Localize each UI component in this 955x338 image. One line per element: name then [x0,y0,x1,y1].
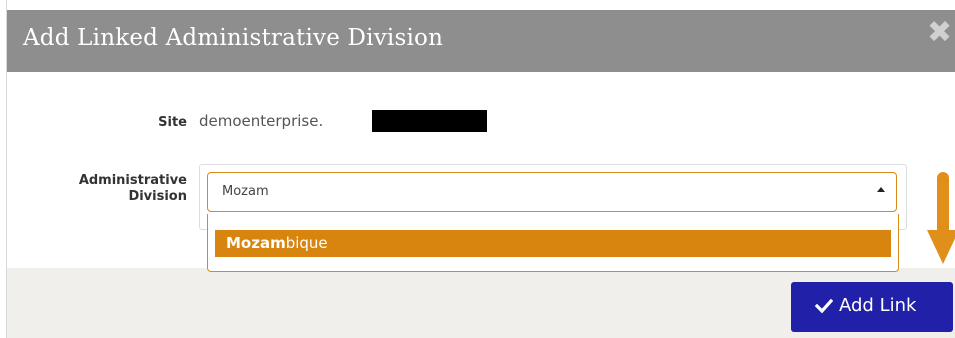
option-rest-text: bique [285,234,328,252]
administrative-division-select[interactable]: Mozam [207,172,897,212]
option-match-text: Mozam [226,234,286,252]
caret-up-icon[interactable] [877,187,885,192]
modal-header: Add Linked Administrative Division ✖ [7,10,955,72]
add-link-label: Add Link [839,295,917,316]
close-icon[interactable]: ✖ [927,18,955,48]
site-value: demoenterprise. [199,112,324,130]
label-line-1: Administrative [78,173,187,188]
redaction-box [372,110,487,132]
modal-title: Add Linked Administrative Division [23,25,444,51]
dropdown-option-mozambique[interactable]: Mozambique [215,230,891,257]
administrative-division-label: Administrative Division [47,173,187,205]
label-line-2: Division [128,189,187,204]
site-label: Site [158,115,187,130]
modal-dialog: Add Linked Administrative Division ✖ Sit… [6,0,955,338]
dropdown-list: Mozambique [207,214,899,272]
arrow-down-icon [927,172,955,264]
add-link-button[interactable]: Add Link [791,282,953,332]
check-icon [815,298,833,314]
select-search-text[interactable]: Mozam [222,184,269,199]
